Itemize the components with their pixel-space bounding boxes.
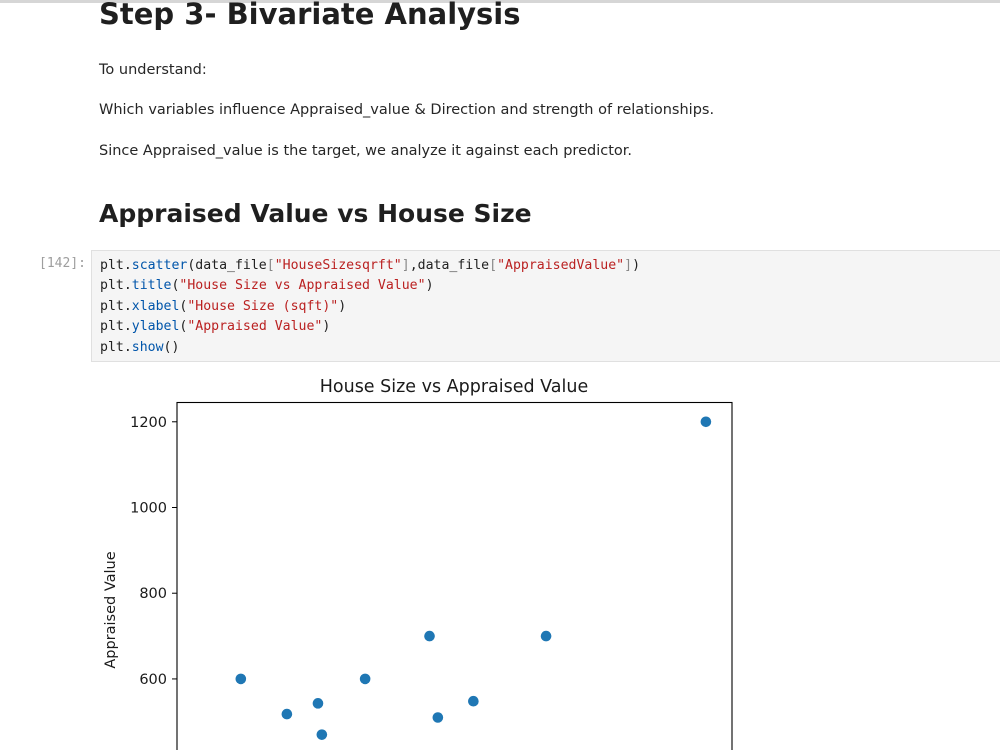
code-token: (data_file bbox=[187, 258, 267, 273]
code-string: "HouseSizesqrft" bbox=[274, 258, 402, 273]
para-variables: Which variables influence Appraised_valu… bbox=[99, 102, 715, 118]
code-token: ] bbox=[401, 258, 410, 273]
code-line: plt.ylabel("Appraised Value") bbox=[100, 319, 330, 334]
code-token: [ bbox=[266, 258, 275, 273]
code-string: "AppraisedValue" bbox=[497, 258, 625, 273]
scatter-point bbox=[235, 673, 247, 685]
para-target: Since Appraised_value is the target, we … bbox=[99, 143, 632, 159]
code-function: title bbox=[131, 278, 172, 294]
code-token: ,data_file bbox=[409, 258, 490, 273]
code-line: plt.title("House Size vs Appraised Value… bbox=[100, 278, 434, 293]
scatter-point bbox=[312, 698, 324, 709]
code-line: plt.show() bbox=[100, 340, 179, 355]
code-function: xlabel bbox=[131, 298, 180, 314]
code-string: "House Size (sqft)" bbox=[187, 298, 339, 314]
code-token: ) bbox=[338, 298, 347, 314]
code-function: show bbox=[131, 339, 164, 355]
code-function: scatter bbox=[131, 258, 188, 273]
para-understand: To understand: bbox=[99, 62, 207, 78]
y-axis-label: Appraised Value bbox=[103, 551, 119, 668]
scatter-point bbox=[424, 630, 435, 642]
heading-appraised-vs-size: Appraised Value vs House Size bbox=[99, 199, 532, 228]
code-line: plt.scatter(data_file["HouseSizesqrft"],… bbox=[100, 258, 640, 273]
scatter-point bbox=[359, 673, 371, 685]
code-line: plt.xlabel("House Size (sqft)") bbox=[100, 299, 346, 314]
y-tick-label: 600 bbox=[139, 672, 167, 688]
cell-prompt: [142]: bbox=[39, 256, 86, 271]
code-token: ) bbox=[322, 319, 331, 335]
code-token: ) bbox=[632, 258, 641, 273]
code-token: plt. bbox=[100, 278, 132, 294]
code-token: plt. bbox=[100, 319, 132, 335]
scatter-point bbox=[540, 630, 552, 642]
code-token: [ bbox=[489, 258, 498, 273]
code-cell[interactable]: plt.scatter(data_file["HouseSizesqrft"],… bbox=[91, 250, 1000, 362]
scatter-chart: House Size vs Appraised Value 600 800 1000… bbox=[103, 377, 733, 750]
code-token: plt. bbox=[100, 258, 132, 273]
code-token: plt. bbox=[100, 298, 132, 314]
y-tick-label: 1200 bbox=[130, 415, 167, 431]
y-tick-label: 1000 bbox=[130, 501, 167, 517]
code-token: ) bbox=[425, 278, 434, 294]
scatter-point bbox=[281, 708, 293, 720]
plot-frame bbox=[176, 401, 733, 750]
scatter-point bbox=[432, 712, 444, 723]
code-token: () bbox=[163, 339, 180, 355]
code-string: "Appraised Value" bbox=[187, 319, 323, 335]
chart-title: House Size vs Appraised Value bbox=[320, 377, 589, 397]
code-token: ] bbox=[624, 258, 633, 273]
y-tick-label: 800 bbox=[139, 586, 167, 602]
code-function: ylabel bbox=[131, 319, 180, 335]
code-string: "House Size vs Appraised Value" bbox=[179, 278, 426, 294]
scatter-point bbox=[700, 416, 712, 428]
code-editor[interactable]: plt.scatter(data_file["HouseSizesqrft"],… bbox=[100, 256, 640, 358]
heading-step3: Step 3- Bivariate Analysis bbox=[99, 0, 521, 31]
scatter-point bbox=[316, 729, 328, 740]
code-token: plt. bbox=[100, 339, 132, 355]
scatter-point bbox=[468, 695, 479, 707]
